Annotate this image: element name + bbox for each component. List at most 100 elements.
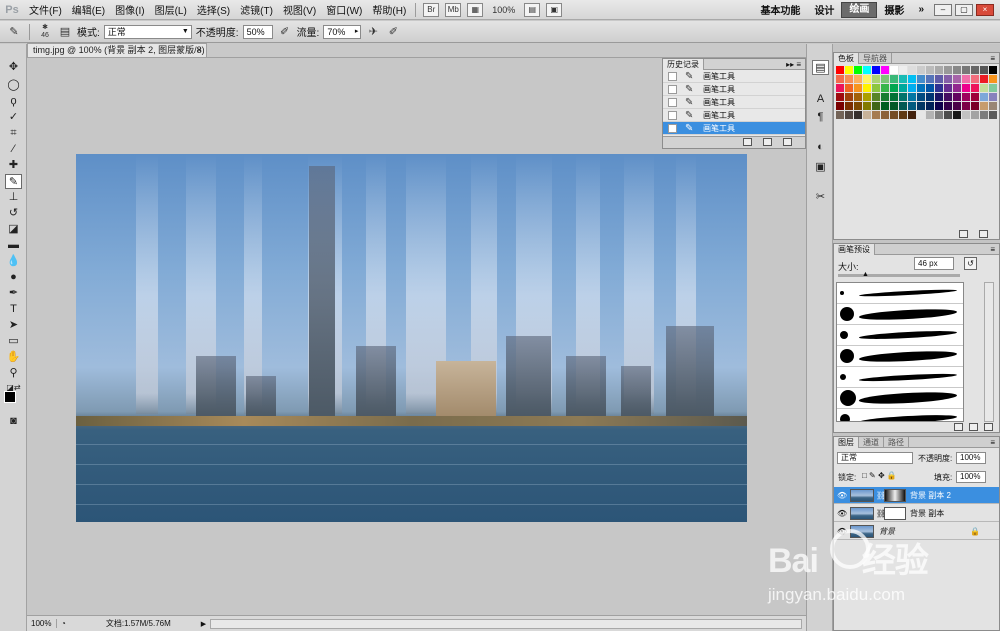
paragraph-panel-icon[interactable]: ¶ — [812, 110, 829, 125]
quick-selection-tool-icon[interactable]: ✓ — [5, 110, 22, 125]
color-swatch[interactable] — [953, 75, 961, 83]
color-swatch[interactable] — [908, 66, 916, 74]
color-swatch[interactable] — [836, 66, 844, 74]
panel-menu-icon[interactable]: ▸▸ ≡ — [786, 59, 801, 70]
document-tab[interactable]: timg.jpg @ 100% (背景 副本 2, 图层蒙版/8) * × — [27, 43, 207, 68]
layer-mask-thumbnail[interactable] — [884, 507, 906, 520]
shape-tool-icon[interactable]: ▭ — [5, 334, 22, 349]
brush-preset-list[interactable] — [836, 282, 964, 422]
color-swatch[interactable] — [881, 102, 889, 110]
color-swatch[interactable] — [926, 102, 934, 110]
color-swatch[interactable] — [980, 93, 988, 101]
color-swatch[interactable] — [845, 102, 853, 110]
menu-select[interactable]: 选择(S) — [192, 2, 235, 17]
menu-layer[interactable]: 图层(L) — [150, 2, 192, 17]
workspace-painting[interactable]: 绘画 — [841, 1, 878, 18]
eraser-tool-icon[interactable]: ◪ — [5, 222, 22, 237]
color-swatch[interactable] — [989, 66, 997, 74]
color-swatch[interactable] — [836, 75, 844, 83]
status-zoom[interactable]: 100% — [27, 619, 57, 628]
history-row[interactable]: ✎ 画笔工具 — [663, 70, 805, 83]
document-image[interactable] — [76, 154, 747, 522]
color-swatch[interactable] — [944, 66, 952, 74]
brush-preset-row[interactable] — [837, 283, 963, 304]
brush-preset-row[interactable] — [837, 367, 963, 388]
color-swatch[interactable] — [854, 102, 862, 110]
color-swatch[interactable] — [980, 102, 988, 110]
color-swatch[interactable] — [845, 84, 853, 92]
layer-mask-thumbnail[interactable] — [884, 489, 906, 502]
restore-size-icon[interactable]: ↺ — [964, 257, 977, 270]
history-checkbox[interactable] — [668, 72, 677, 81]
color-swatch[interactable] — [863, 66, 871, 74]
panel-menu-icon[interactable]: ≡ — [990, 53, 995, 64]
color-swatch[interactable] — [872, 102, 880, 110]
color-swatch[interactable] — [890, 93, 898, 101]
color-swatch[interactable] — [854, 111, 862, 119]
clone-source-icon[interactable]: ▣ — [812, 160, 829, 175]
color-swatch[interactable] — [962, 75, 970, 83]
lasso-tool-icon[interactable]: ϙ — [5, 94, 22, 109]
color-swatch[interactable] — [971, 84, 979, 92]
color-swatch[interactable] — [872, 93, 880, 101]
color-swatch[interactable] — [926, 84, 934, 92]
blend-mode-select[interactable]: 正常 ▼ — [103, 24, 192, 39]
workspace-design[interactable]: 设计 — [807, 2, 841, 17]
color-swatch[interactable] — [854, 84, 862, 92]
color-swatch[interactable] — [908, 93, 916, 101]
brush-preset-row[interactable] — [837, 346, 963, 367]
character-panel-icon[interactable]: A — [812, 92, 829, 107]
menu-file[interactable]: 文件(F) — [24, 2, 67, 17]
tab-swatches[interactable]: 色板 — [834, 53, 859, 64]
lock-icons[interactable]: □ ✎ ✥ 🔒 — [862, 471, 897, 480]
workspace-more-button[interactable]: » — [911, 4, 931, 15]
color-swatch[interactable] — [917, 84, 925, 92]
color-swatch[interactable] — [971, 102, 979, 110]
bridge-button[interactable]: Br — [423, 2, 440, 17]
history-row[interactable]: ✎ 画笔工具 — [663, 83, 805, 96]
color-swatch[interactable] — [881, 93, 889, 101]
dodge-tool-icon[interactable]: ● — [5, 270, 22, 285]
color-swatch[interactable] — [926, 93, 934, 101]
brush-size-slider[interactable]: ▲ — [838, 271, 960, 278]
color-swatch[interactable] — [908, 111, 916, 119]
color-swatch[interactable] — [836, 84, 844, 92]
screen-mode-button[interactable]: ▣ — [546, 2, 563, 17]
brush-tip-icon[interactable]: ✱ 46 — [37, 24, 53, 40]
history-row[interactable]: ✎ 画笔工具 — [663, 109, 805, 122]
close-document-icon[interactable]: × — [197, 44, 202, 57]
color-swatch[interactable] — [953, 111, 961, 119]
trash-icon[interactable] — [979, 230, 988, 238]
minimize-button[interactable]: – — [934, 3, 952, 16]
color-swatch[interactable] — [854, 75, 862, 83]
pen-tool-icon[interactable]: ✒ — [5, 286, 22, 301]
color-swatch[interactable] — [944, 93, 952, 101]
color-swatch[interactable] — [863, 102, 871, 110]
color-swatch[interactable] — [845, 111, 853, 119]
history-row-selected[interactable]: ✎ 画笔工具 — [663, 122, 805, 135]
color-swatch[interactable] — [908, 75, 916, 83]
color-swatch[interactable] — [926, 111, 934, 119]
layer-row-selected[interactable]: 👁 ⛓ 背景 副本 2 — [834, 487, 999, 504]
layer-row[interactable]: 👁 ⛓ 背景 副本 — [834, 505, 999, 522]
color-swatch[interactable] — [989, 84, 997, 92]
brush-preset-row[interactable] — [837, 304, 963, 325]
color-swatch[interactable] — [863, 111, 871, 119]
status-menu-arrow-icon[interactable]: ▶ — [201, 620, 206, 628]
arrange-documents-button[interactable]: ▤ — [524, 2, 541, 17]
tablet-pressure-opacity-icon[interactable]: ✐ — [277, 24, 293, 40]
brush-panel-icon[interactable]: ✂ — [812, 190, 829, 205]
eyedropper-tool-icon[interactable]: ⁄ — [5, 142, 22, 157]
color-swatch[interactable] — [953, 84, 961, 92]
panel-menu-icon[interactable]: ≡ — [990, 437, 995, 448]
color-swatch[interactable] — [971, 93, 979, 101]
color-swatch[interactable] — [926, 66, 934, 74]
foreground-color-swatch[interactable] — [4, 391, 16, 403]
color-swatch[interactable] — [971, 75, 979, 83]
tab-history[interactable]: 历史记录 — [663, 59, 704, 70]
color-swatch[interactable] — [872, 111, 880, 119]
color-swatch[interactable] — [863, 93, 871, 101]
brush-tool-icon[interactable]: ✎ — [5, 174, 22, 189]
color-swatch[interactable] — [926, 75, 934, 83]
color-swatch[interactable] — [917, 66, 925, 74]
